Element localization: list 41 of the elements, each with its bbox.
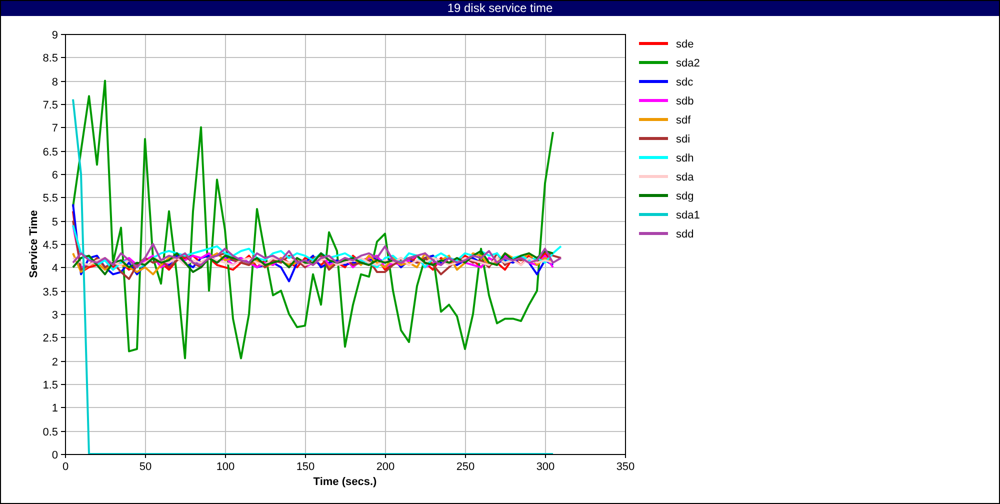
tick-label: 100 <box>216 461 235 473</box>
window-title: 19 disk service time <box>1 1 999 16</box>
tick-label: 0 <box>62 461 69 473</box>
tick-label: 0.5 <box>42 426 58 438</box>
legend-label: sde <box>676 38 694 50</box>
tick-label: 50 <box>139 461 152 473</box>
tick-label: 350 <box>616 461 635 473</box>
tick-label: 4.5 <box>42 240 58 252</box>
legend-label: sdh <box>676 152 694 164</box>
legend-label: sdf <box>676 114 691 126</box>
tick-label: 8 <box>52 76 58 88</box>
tick-label: 2 <box>52 356 58 368</box>
tick-label: 4 <box>52 262 58 274</box>
legend-label: sda <box>676 172 694 184</box>
tick-label: 3.5 <box>42 286 58 298</box>
tick-label: 6 <box>52 170 58 182</box>
tick-label: 300 <box>536 461 555 473</box>
tick-label: 0 <box>52 450 58 462</box>
tick-label: 5 <box>52 216 58 228</box>
tick-label: 3 <box>52 310 58 322</box>
tick-label: 1.5 <box>42 380 58 392</box>
tick-label: 9 <box>52 30 58 42</box>
y-axis-title: Service Time <box>28 210 40 278</box>
tick-label: 200 <box>376 461 395 473</box>
tick-label: 1 <box>52 402 58 414</box>
legend-label: sdb <box>676 96 694 108</box>
tick-label: 5.5 <box>42 192 58 204</box>
tick-label: 2.5 <box>42 332 58 344</box>
tick-label: 7 <box>52 122 58 134</box>
x-axis-title: Time (secs.) <box>313 476 377 488</box>
legend-label: sdi <box>676 134 690 146</box>
tick-label: 250 <box>456 461 475 473</box>
legend-label: sda1 <box>676 210 700 222</box>
tick-label: 7.5 <box>42 100 58 112</box>
legend-label: sdd <box>676 228 694 240</box>
tick-label: 8.5 <box>42 52 58 64</box>
legend-label: sdc <box>676 76 694 88</box>
tick-label: 150 <box>296 461 315 473</box>
tick-label: 6.5 <box>42 146 58 158</box>
legend-label: sdg <box>676 190 694 202</box>
legend-label: sda2 <box>676 58 700 70</box>
